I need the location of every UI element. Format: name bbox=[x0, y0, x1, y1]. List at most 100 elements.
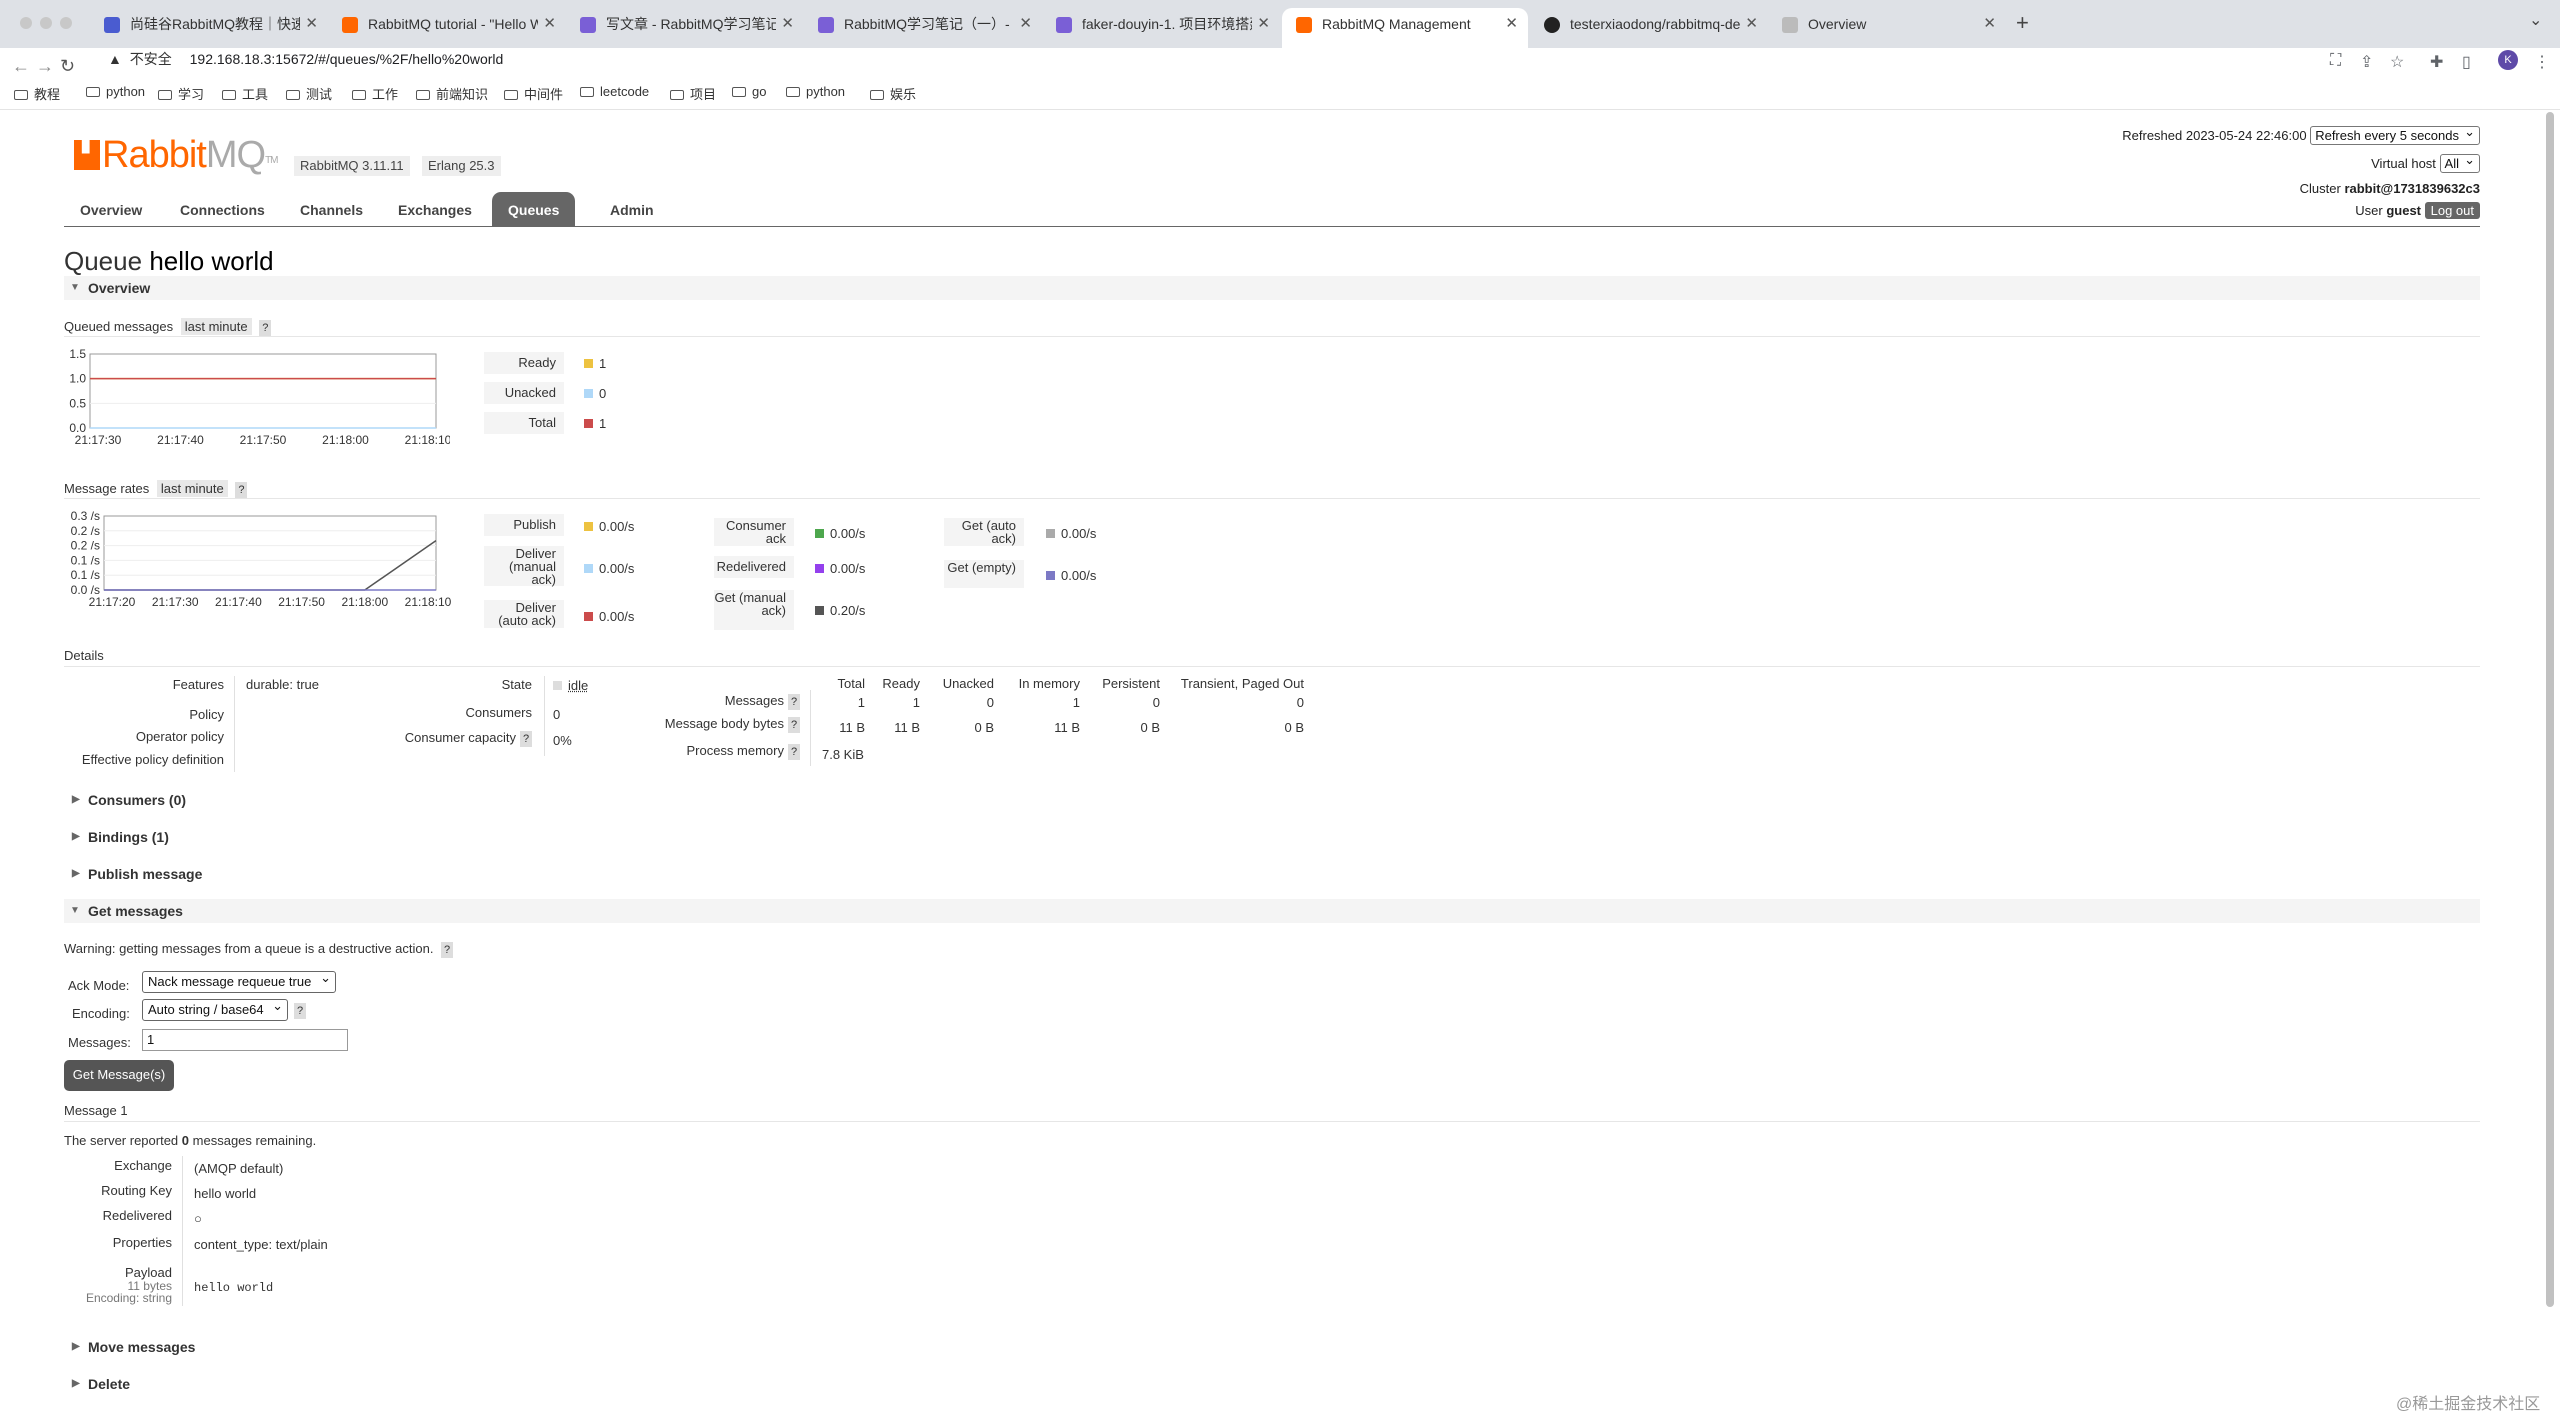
bookmark-folder[interactable]: 教程 bbox=[14, 84, 60, 103]
reload-icon[interactable]: ↻ bbox=[60, 56, 75, 77]
encoding-select[interactable]: Auto string / base64 bbox=[142, 996, 288, 1021]
ack-mode-select[interactable]: Nack message requeue true bbox=[142, 968, 336, 993]
help-icon[interactable]: ? bbox=[788, 717, 800, 733]
y-tick-label: 1.5 bbox=[69, 348, 86, 361]
sidepanel-icon[interactable]: ▯ bbox=[2462, 52, 2471, 72]
chevron-right-icon: ▶ bbox=[72, 868, 80, 879]
bookmark-folder[interactable]: python bbox=[86, 84, 145, 99]
section-bindings-header[interactable]: ▶ Bindings (1) bbox=[64, 825, 2480, 849]
message-rates-heading: Message rates last minute ? bbox=[64, 480, 248, 498]
legend-value-deliver-auto: 0.00/s bbox=[584, 609, 634, 624]
bookmark-folder[interactable]: 工作 bbox=[352, 84, 398, 103]
tab-channels[interactable]: Channels bbox=[284, 192, 379, 226]
help-icon[interactable]: ? bbox=[788, 744, 800, 760]
browser-tab[interactable]: 尚硅谷RabbitMQ教程｜快速掌握 ✕ bbox=[90, 8, 328, 48]
help-icon[interactable]: ? bbox=[788, 694, 800, 710]
window-close-button[interactable] bbox=[20, 17, 32, 29]
logout-button[interactable]: Log out bbox=[2424, 202, 2480, 219]
folder-icon bbox=[222, 90, 236, 100]
payload-encoding: Encoding: string bbox=[85, 1291, 172, 1305]
messages-label: Messages? bbox=[640, 693, 800, 710]
help-icon[interactable]: ? bbox=[235, 482, 248, 498]
url-text[interactable]: 192.168.18.3:15672/#/queues/%2F/hello%20… bbox=[190, 51, 504, 67]
bookmark-folder[interactable]: 测试 bbox=[286, 84, 332, 103]
tab-close-icon[interactable]: ✕ bbox=[1745, 8, 1758, 40]
tab-favicon-icon bbox=[818, 17, 834, 33]
queued-messages-chart: 1.51.00.50.021:17:30 21:17:40 21:17:50 21:1… bbox=[69, 348, 450, 447]
browser-tab-active[interactable]: RabbitMQ Management ✕ bbox=[1282, 8, 1528, 48]
color-swatch bbox=[584, 389, 593, 398]
range-selector[interactable]: last minute bbox=[156, 480, 228, 497]
tab-close-icon[interactable]: ✕ bbox=[543, 8, 556, 40]
profile-avatar[interactable]: K bbox=[2498, 50, 2518, 70]
section-get-messages-header[interactable]: ▼ Get messages bbox=[64, 899, 2480, 923]
more-menu-icon[interactable]: ⋮ bbox=[2534, 52, 2550, 72]
messages-count-input[interactable]: 1 bbox=[142, 1029, 348, 1051]
section-move-messages-header[interactable]: ▶ Move messages bbox=[64, 1335, 2480, 1359]
column-divider bbox=[544, 676, 545, 756]
back-arrow-icon[interactable]: ← bbox=[12, 56, 30, 77]
tab-close-icon[interactable]: ✕ bbox=[781, 8, 794, 40]
browser-tab[interactable]: Overview ✕ bbox=[1768, 8, 2006, 48]
bookmark-folder[interactable]: 学习 bbox=[158, 84, 204, 103]
new-tab-button[interactable]: + bbox=[2016, 10, 2029, 36]
vhost-select[interactable]: All bbox=[2439, 152, 2480, 173]
tab-favicon-icon bbox=[1056, 17, 1072, 33]
section-delete-header[interactable]: ▶ Delete bbox=[64, 1372, 2480, 1396]
forward-arrow-icon[interactable]: → bbox=[36, 56, 54, 77]
legend-value-consumer-ack: 0.00/s bbox=[815, 526, 865, 541]
tab-close-icon[interactable]: ✕ bbox=[1257, 8, 1270, 40]
x-tick-label: 21:17:30 bbox=[75, 433, 122, 447]
bookmark-folder[interactable]: 项目 bbox=[670, 84, 716, 103]
help-icon[interactable]: ? bbox=[441, 942, 454, 958]
divider bbox=[64, 498, 2480, 499]
share-icon[interactable]: ⇪ bbox=[2360, 52, 2373, 72]
page-scrollbar[interactable] bbox=[2546, 112, 2554, 1307]
bookmark-folder[interactable]: python bbox=[786, 84, 845, 99]
browser-tab[interactable]: 写文章 - RabbitMQ学习笔记二- ✕ bbox=[566, 8, 804, 48]
legend-value-total: 1 bbox=[584, 416, 606, 431]
bookmark-folder[interactable]: leetcode bbox=[580, 84, 649, 99]
help-icon[interactable]: ? bbox=[294, 1003, 306, 1019]
properties-label: Properties bbox=[112, 1235, 172, 1250]
tab-close-icon[interactable]: ✕ bbox=[1505, 8, 1518, 40]
range-selector[interactable]: last minute bbox=[180, 318, 252, 335]
refresh-interval-select[interactable]: Refresh every 5 seconds bbox=[2310, 124, 2480, 145]
bookmark-folder[interactable]: 工具 bbox=[222, 84, 268, 103]
extensions-icon[interactable]: ✚ bbox=[2430, 52, 2443, 72]
get-messages-button[interactable]: Get Message(s) bbox=[64, 1060, 174, 1091]
section-overview-header[interactable]: ▼ Overview bbox=[64, 276, 2480, 300]
tab-admin[interactable]: Admin bbox=[594, 192, 670, 226]
bookmark-folder[interactable]: go bbox=[732, 84, 766, 99]
bookmark-folder[interactable]: 娱乐 bbox=[870, 84, 916, 103]
github-icon bbox=[1544, 17, 1560, 33]
tab-close-icon[interactable]: ✕ bbox=[1983, 8, 1996, 40]
x-tick-label: 21:18:00 bbox=[341, 595, 388, 609]
section-consumers-header[interactable]: ▶ Consumers (0) bbox=[64, 788, 2480, 812]
tab-queues[interactable]: Queues bbox=[492, 192, 576, 226]
rabbitmq-logo[interactable]: RabbitMQTM bbox=[74, 134, 279, 177]
window-minimize-button[interactable] bbox=[40, 17, 52, 29]
tab-search-chevron-icon[interactable]: ⌄ bbox=[2529, 10, 2542, 30]
help-icon[interactable]: ? bbox=[259, 320, 272, 336]
tab-close-icon[interactable]: ✕ bbox=[1019, 8, 1032, 40]
tab-overview[interactable]: Overview bbox=[64, 192, 158, 226]
help-icon[interactable]: ? bbox=[520, 731, 532, 747]
tab-connections[interactable]: Connections bbox=[164, 192, 281, 226]
divider bbox=[64, 336, 2480, 337]
redelivered-label: Redelivered bbox=[102, 1208, 172, 1223]
browser-tab[interactable]: RabbitMQ学习笔记（一）- 配置 ✕ bbox=[804, 8, 1042, 48]
tab-close-icon[interactable]: ✕ bbox=[305, 8, 318, 40]
bookmark-star-icon[interactable]: ☆ bbox=[2390, 52, 2404, 72]
legend-label-get-auto: Get (auto ack) bbox=[944, 518, 1024, 546]
browser-tab[interactable]: testerxiaodong/rabbitmq-dem ✕ bbox=[1530, 8, 1768, 48]
address-bar[interactable]: ▲ 不安全 192.168.18.3:15672/#/queues/%2F/he… bbox=[108, 48, 503, 70]
bookmark-folder[interactable]: 前端知识 bbox=[416, 84, 488, 103]
bookmark-folder[interactable]: 中间件 bbox=[504, 84, 563, 103]
translate-icon[interactable]: ⛶ bbox=[2330, 52, 2341, 70]
browser-tab[interactable]: faker-douyin-1. 项目环境搭建 - ✕ bbox=[1042, 8, 1280, 48]
browser-tab[interactable]: RabbitMQ tutorial - "Hello Wor ✕ bbox=[328, 8, 566, 48]
window-zoom-button[interactable] bbox=[60, 17, 72, 29]
tab-exchanges[interactable]: Exchanges bbox=[382, 192, 488, 226]
section-publish-header[interactable]: ▶ Publish message bbox=[64, 862, 2480, 886]
